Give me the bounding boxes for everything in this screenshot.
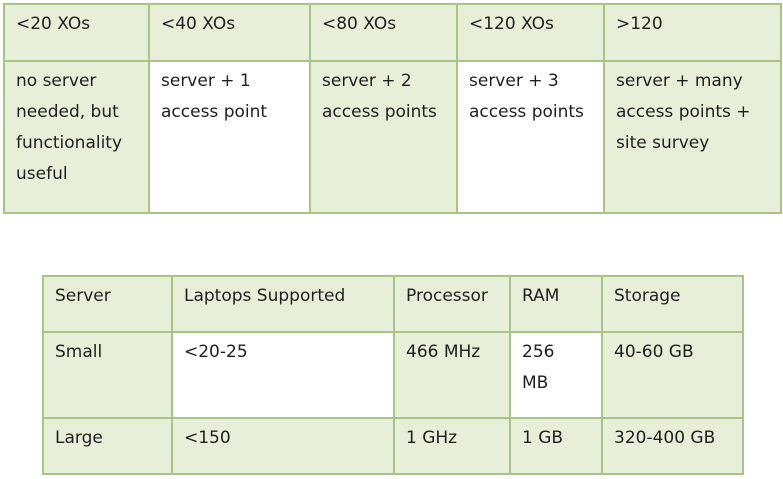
header-cell: >120 — [603, 3, 782, 62]
table-row: Small <20-25 466 MHz 256 MB 40-60 GB — [42, 331, 744, 419]
xo-capacity-table: <20 XOs <40 XOs <80 XOs <120 XOs >120 no… — [3, 3, 782, 214]
header-cell: Server — [42, 275, 173, 333]
header-cell: <80 XOs — [309, 3, 458, 62]
table-cell: 466 MHz — [393, 331, 511, 419]
table-cell: server + 3 access points — [456, 60, 605, 214]
table-cell: 1 GB — [509, 417, 603, 475]
table-row: Large <150 1 GHz 1 GB 320-400 GB — [42, 417, 744, 475]
header-cell: <120 XOs — [456, 3, 605, 62]
header-cell: Storage — [601, 275, 744, 333]
header-cell: Processor — [393, 275, 511, 333]
table-cell: Large — [42, 417, 173, 475]
table-cell: <20-25 — [171, 331, 395, 419]
header-cell: Laptops Supported — [171, 275, 395, 333]
table-cell: 40-60 GB — [601, 331, 744, 419]
server-spec-table: Server Laptops Supported Processor RAM S… — [42, 275, 744, 475]
table-header-row: <20 XOs <40 XOs <80 XOs <120 XOs >120 — [3, 3, 782, 62]
table-cell: Small — [42, 331, 173, 419]
header-cell: <20 XOs — [3, 3, 150, 62]
table-row: no server needed, but functionality usef… — [3, 60, 782, 214]
table-cell: 320-400 GB — [601, 417, 744, 475]
table-cell: server + 1 access point — [148, 60, 311, 214]
table-cell: server + 2 access points — [309, 60, 458, 214]
header-cell: RAM — [509, 275, 603, 333]
header-cell: <40 XOs — [148, 3, 311, 62]
table-cell: <150 — [171, 417, 395, 475]
table-cell: server + many access points + site surve… — [603, 60, 782, 214]
table-cell: 256 MB — [509, 331, 603, 419]
table-cell: no server needed, but functionality usef… — [3, 60, 150, 214]
table-header-row: Server Laptops Supported Processor RAM S… — [42, 275, 744, 333]
table-cell: 1 GHz — [393, 417, 511, 475]
